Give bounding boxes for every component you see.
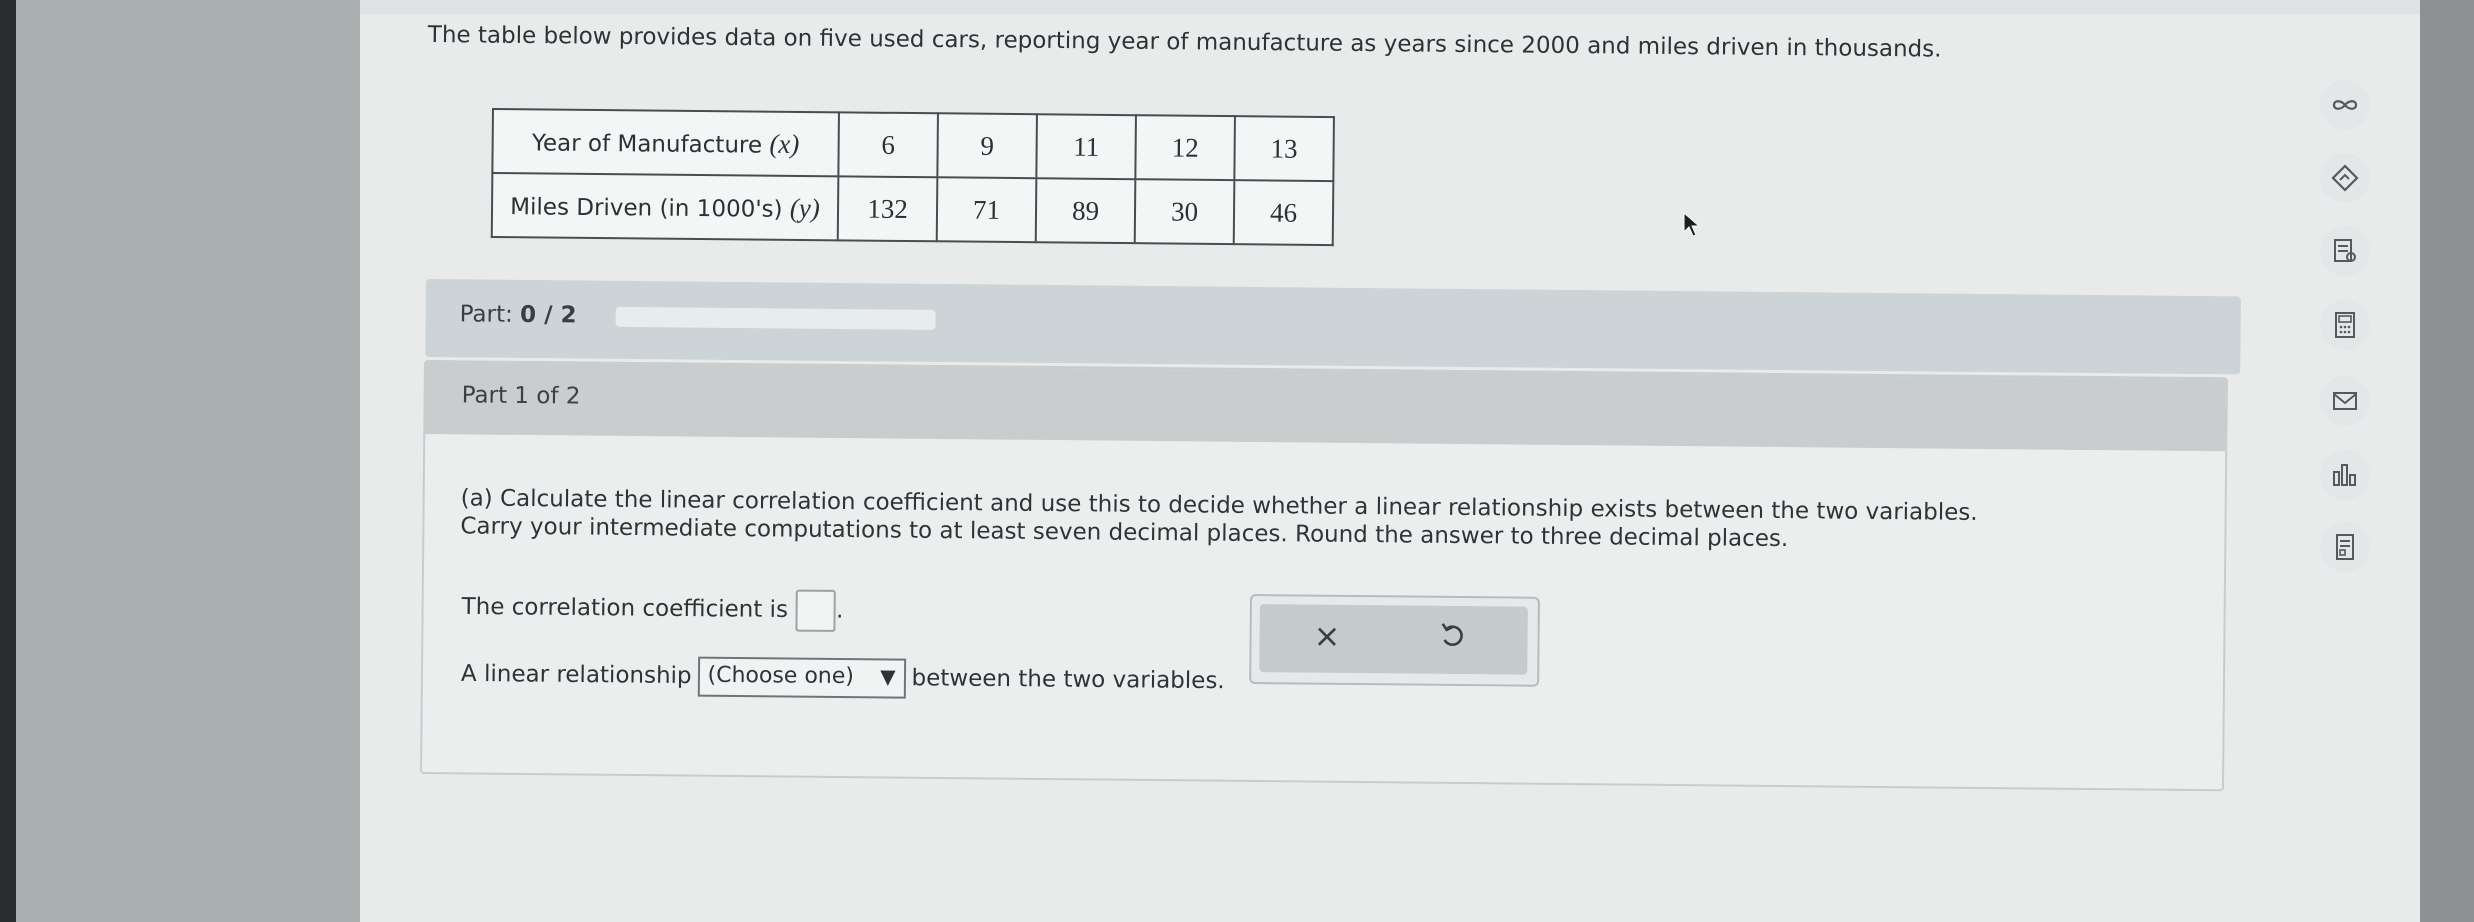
- infinity-icon[interactable]: [2320, 80, 2370, 130]
- question-text: (a) Calculate the linear correlation coe…: [460, 485, 1978, 553]
- table-cell: 11: [1036, 114, 1136, 180]
- calculator-icon[interactable]: [2320, 300, 2370, 350]
- reference-icon[interactable]: [2320, 522, 2370, 572]
- relationship-select[interactable]: (Choose one) ▼: [697, 656, 906, 699]
- part-title: Part 1 of 2: [461, 382, 581, 410]
- left-margin: [16, 0, 360, 922]
- row-variable: (y): [789, 192, 821, 223]
- mail-icon[interactable]: [2320, 376, 2370, 426]
- answer-tools-popup: ×: [1249, 594, 1540, 687]
- undo-icon[interactable]: [1437, 620, 1467, 652]
- row-header-label: Miles Driven (in 1000's): [510, 193, 791, 223]
- table-cell: 13: [1234, 116, 1334, 182]
- coefficient-row: The correlation coefficient is.: [461, 586, 843, 632]
- dropdown-arrow-icon: ▼: [880, 664, 896, 689]
- part-card: Part 1 of 2 (a) Calculate the linear cor…: [420, 360, 2228, 792]
- right-margin: [2420, 0, 2474, 922]
- data-table: Year of Manufacture (x) 6 9 11 12 13 Mil…: [490, 108, 1335, 247]
- relationship-label: A linear relationship: [460, 660, 692, 690]
- notes-icon[interactable]: [2320, 226, 2370, 276]
- part-header: Part 1 of 2: [425, 362, 2226, 452]
- table-cell: 89: [1035, 178, 1136, 244]
- row-variable: (x): [769, 128, 800, 159]
- top-strip: [360, 0, 2420, 14]
- coefficient-period: .: [835, 597, 844, 624]
- row-header: Miles Driven (in 1000's) (y): [491, 173, 839, 241]
- chart-icon[interactable]: [2320, 450, 2370, 500]
- part-progress-label: Part:: [459, 301, 521, 328]
- tag-icon[interactable]: [2320, 153, 2370, 203]
- relationship-row: A linear relationship (Choose one) ▼ betwee…: [461, 654, 1225, 701]
- relationship-suffix: between the two variables.: [911, 665, 1225, 695]
- coefficient-input[interactable]: [795, 589, 837, 632]
- answer-tools-bar: ×: [1259, 604, 1528, 675]
- part-progress-value: 0 / 2: [520, 301, 577, 329]
- mouse-cursor-icon: [1683, 212, 1700, 237]
- table-cell: 6: [838, 112, 938, 178]
- select-value: (Choose one): [707, 662, 855, 690]
- part-progress-text: Part: 0 / 2: [460, 301, 577, 328]
- table-cell: 46: [1233, 180, 1334, 246]
- table-cell: 12: [1135, 115, 1235, 181]
- row-header-label: Year of Manufacture: [531, 129, 770, 159]
- coefficient-label: The correlation coefficient is: [461, 593, 789, 624]
- progress-track: [615, 306, 936, 330]
- table-cell: 132: [837, 176, 938, 242]
- table-row: Year of Manufacture (x) 6 9 11 12 13: [492, 109, 1334, 182]
- row-header: Year of Manufacture (x): [492, 109, 839, 177]
- clear-button[interactable]: ×: [1313, 617, 1340, 655]
- table-row: Miles Driven (in 1000's) (y) 132 71 89 3…: [491, 173, 1334, 246]
- left-edge: [0, 0, 16, 922]
- table-cell: 9: [937, 113, 1037, 179]
- table-cell: 71: [936, 177, 1037, 243]
- table-cell: 30: [1134, 179, 1235, 245]
